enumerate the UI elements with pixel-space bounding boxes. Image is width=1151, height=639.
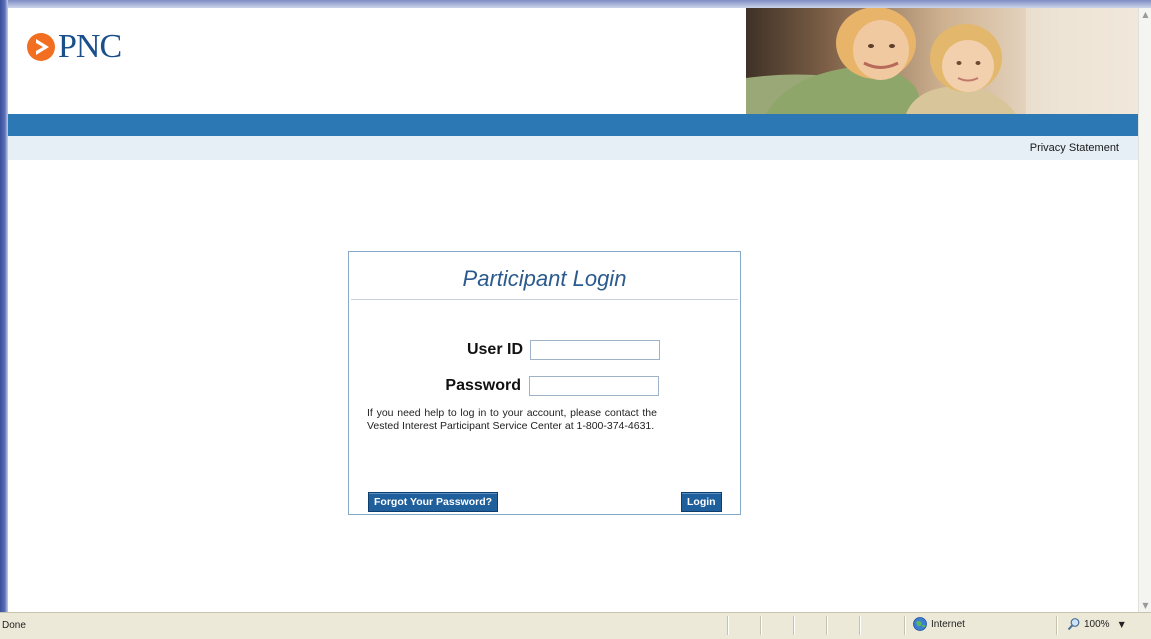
scroll-up-icon[interactable]: ▲	[1139, 8, 1151, 21]
login-title: Participant Login	[462, 266, 627, 291]
pnc-logo-icon	[27, 33, 55, 61]
vertical-scrollbar[interactable]: ▲ ▼	[1138, 8, 1151, 612]
logo-text: PNC	[58, 28, 122, 65]
status-text: Done	[2, 620, 26, 631]
header-photo	[746, 8, 1138, 114]
zone-label: Internet	[931, 618, 965, 630]
globe-icon	[913, 617, 927, 631]
caret-down-icon[interactable]: ▼	[1119, 620, 1125, 629]
pnc-logo[interactable]: PNC	[26, 28, 122, 65]
security-zone[interactable]: Internet	[913, 617, 965, 631]
login-button[interactable]: Login	[681, 492, 722, 512]
login-panel: Participant Login User ID Password If yo…	[348, 251, 741, 515]
privacy-statement-link[interactable]: Privacy Statement	[1030, 142, 1119, 154]
user-id-input[interactable]	[530, 340, 660, 360]
status-divider	[760, 616, 761, 635]
status-divider	[1056, 616, 1057, 635]
zoom-control[interactable]: 100% ▼	[1067, 617, 1125, 631]
title-divider	[351, 299, 738, 300]
status-divider	[859, 616, 860, 635]
status-divider	[826, 616, 827, 635]
header-sub-bar: Privacy Statement	[8, 136, 1138, 160]
site-header: PNC	[8, 8, 1138, 114]
forgot-password-button[interactable]: Forgot Your Password?	[368, 492, 499, 512]
status-divider	[904, 616, 905, 635]
window-left-edge	[0, 0, 8, 612]
header-blue-bar	[8, 114, 1138, 136]
browser-window: PNC Privacy Statement Participant Login …	[0, 0, 1151, 639]
window-top-edge	[0, 0, 1151, 8]
magnifier-icon	[1067, 618, 1080, 631]
status-bar: Done Internet 100% ▼	[0, 612, 1151, 639]
mother-child-photo	[746, 8, 1138, 114]
status-divider	[727, 616, 728, 635]
page-content: PNC Privacy Statement Participant Login …	[8, 8, 1138, 612]
zoom-level: 100%	[1084, 618, 1110, 630]
status-divider	[793, 616, 794, 635]
password-input[interactable]	[529, 376, 659, 396]
password-label: Password	[445, 377, 521, 394]
user-id-label: User ID	[466, 341, 523, 358]
help-text: If you need help to log in to your accou…	[367, 407, 657, 432]
scroll-down-icon[interactable]: ▼	[1139, 599, 1151, 612]
